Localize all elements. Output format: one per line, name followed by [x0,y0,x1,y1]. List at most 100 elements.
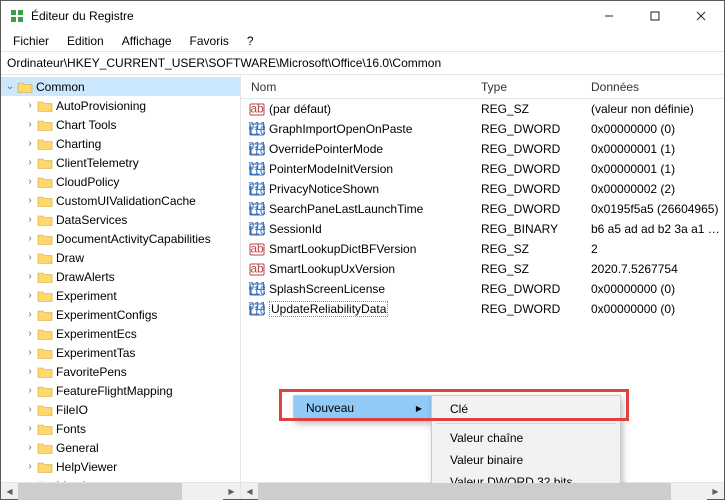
tree-item[interactable]: ›ExperimentTas [1,343,241,362]
submenu-item[interactable]: Clé [432,398,620,420]
tree-item-label: CloudPolicy [56,175,119,189]
list-row[interactable]: PointerModeInitVersionREG_DWORD0x0000000… [241,159,724,179]
minimize-button[interactable] [586,1,632,31]
value-type: REG_DWORD [471,162,581,176]
chevron-right-icon[interactable]: › [25,385,35,396]
submenu-item[interactable]: Valeur chaîne [432,427,620,449]
list-row[interactable]: SmartLookupUxVersionREG_SZ2020.7.5267754 [241,259,724,279]
chevron-right-icon[interactable]: › [25,328,35,339]
scroll-left-icon[interactable]: ◀ [241,483,258,500]
list-row[interactable]: SearchPaneLastLaunchTimeREG_DWORD0x0195f… [241,199,724,219]
chevron-right-icon[interactable]: › [25,404,35,415]
submenu-item[interactable]: Valeur binaire [432,449,620,471]
tree-item[interactable]: › CustomUIValidationCache [1,191,241,210]
list-row[interactable]: UpdateReliabilityDataREG_DWORD0x00000000… [241,299,724,319]
tree-item[interactable]: ›HelpViewer [1,457,241,476]
scroll-right-icon[interactable]: ▶ [223,483,240,500]
chevron-down-icon[interactable]: ⌄ [5,81,15,92]
menu-view[interactable]: Affichage [114,32,180,50]
tree-item[interactable]: ›FeatureFlightMapping [1,381,241,400]
binary-value-icon [249,182,265,197]
tree-item-label: ExperimentConfigs [56,308,157,322]
close-button[interactable] [678,1,724,31]
tree-item-label: Draw [56,251,84,265]
context-item-nouveau[interactable]: Nouveau ▶ [294,396,432,420]
chevron-right-icon[interactable]: › [25,442,35,453]
menu-help[interactable]: ? [239,32,262,50]
tree-item[interactable]: › DocumentActivityCapabilities [1,229,241,248]
bottom-scrollbars: ◀ ▶ ◀ ▶ [1,482,724,499]
tree-item[interactable]: › Experiment [1,286,241,305]
value-type: REG_SZ [471,102,581,116]
chevron-right-icon[interactable]: › [25,195,35,206]
tree-item[interactable]: ›FavoritePens [1,362,241,381]
tree-item[interactable]: ›ExperimentEcs [1,324,241,343]
chevron-right-icon[interactable]: › [25,461,35,472]
list-row[interactable]: (par défaut)REG_SZ(valeur non définie) [241,99,724,119]
string-value-icon [249,242,265,257]
tree-item[interactable]: ›Identity [1,476,241,482]
list-row[interactable]: GraphImportOpenOnPaste REG_DWORD0x0000000… [241,119,724,139]
value-data: (valeur non définie) [581,102,724,116]
chevron-right-icon[interactable]: › [25,366,35,377]
submenu-arrow-icon: ▶ [416,404,422,413]
binary-value-icon [249,282,265,297]
tree-item[interactable]: ›DataServices [1,210,241,229]
list-row[interactable]: SessionIdREG_BINARYb6 a5 ad ad b2 3a a1 … [241,219,724,239]
tree-item-label: CustomUIValidationCache [56,194,196,208]
binary-value-icon [249,202,265,217]
tree-item-label: DocumentActivityCapabilities [56,232,211,246]
list-row[interactable]: OverridePointerModeREG_DWORD0x00000001 (… [241,139,724,159]
chevron-right-icon[interactable]: › [25,423,35,434]
value-name: PrivacyNoticeShown [269,182,379,196]
chevron-right-icon[interactable]: › [25,176,35,187]
tree-item[interactable]: ›AutoProvisioning [1,96,241,115]
app-window: Éditeur du Registre Fichier Edition Affi… [0,0,725,500]
list-hscroll[interactable]: ◀ ▶ [241,482,724,499]
tree-item-label: Experiment [56,289,117,303]
tree-item[interactable]: ›Fonts [1,419,241,438]
titlebar: Éditeur du Registre [1,1,724,31]
tree-item[interactable]: ›ClientTelemetry [1,153,241,172]
chevron-right-icon[interactable]: › [25,157,35,168]
scroll-left-icon[interactable]: ◀ [1,483,18,500]
maximize-button[interactable] [632,1,678,31]
col-header-type[interactable]: Type [471,80,581,94]
tree-item[interactable]: ›Charting [1,134,241,153]
tree-item[interactable]: › CloudPolicy [1,172,241,191]
tree-item-label: Chart Tools [56,118,116,132]
value-type: REG_DWORD [471,182,581,196]
chevron-right-icon[interactable]: › [25,233,35,244]
scroll-right-icon[interactable]: ▶ [707,483,724,500]
value-type: REG_DWORD [471,122,581,136]
chevron-right-icon[interactable]: › [25,119,35,130]
value-name: GraphImportOpenOnPaste [269,122,412,136]
tree-item[interactable]: ›DrawAlerts [1,267,241,286]
col-header-data[interactable]: Données [581,80,724,94]
chevron-right-icon[interactable]: › [25,138,35,149]
chevron-right-icon[interactable]: › [25,347,35,358]
value-data: 0x00000000 (0) [581,122,724,136]
tree-item[interactable]: ›General [1,438,241,457]
menu-edit[interactable]: Edition [59,32,112,50]
address-bar[interactable]: Ordinateur\HKEY_CURRENT_USER\SOFTWARE\Mi… [1,51,724,75]
menu-file[interactable]: Fichier [5,32,57,50]
tree-item[interactable]: › ExperimentConfigs [1,305,241,324]
tree-item[interactable]: ›FileIO [1,400,241,419]
chevron-right-icon[interactable]: › [25,271,35,282]
menu-favorites[interactable]: Favoris [182,32,237,50]
chevron-right-icon[interactable]: › [25,309,35,320]
value-name: SmartLookupUxVersion [269,262,395,276]
list-row[interactable]: SmartLookupDictBFVersionREG_SZ2 [241,239,724,259]
tree-item[interactable]: › Chart Tools [1,115,241,134]
col-header-name[interactable]: Nom [241,80,471,94]
chevron-right-icon[interactable]: › [25,100,35,111]
list-row[interactable]: SplashScreenLicenseREG_DWORD0x00000000 (… [241,279,724,299]
tree-item[interactable]: › Draw [1,248,241,267]
chevron-right-icon[interactable]: › [25,214,35,225]
tree-item-parent[interactable]: ⌄Common [1,77,241,96]
chevron-right-icon[interactable]: › [25,252,35,263]
list-row[interactable]: PrivacyNoticeShownREG_DWORD0x00000002 (2… [241,179,724,199]
chevron-right-icon[interactable]: › [25,290,35,301]
tree-hscroll[interactable]: ◀ ▶ [1,482,240,499]
